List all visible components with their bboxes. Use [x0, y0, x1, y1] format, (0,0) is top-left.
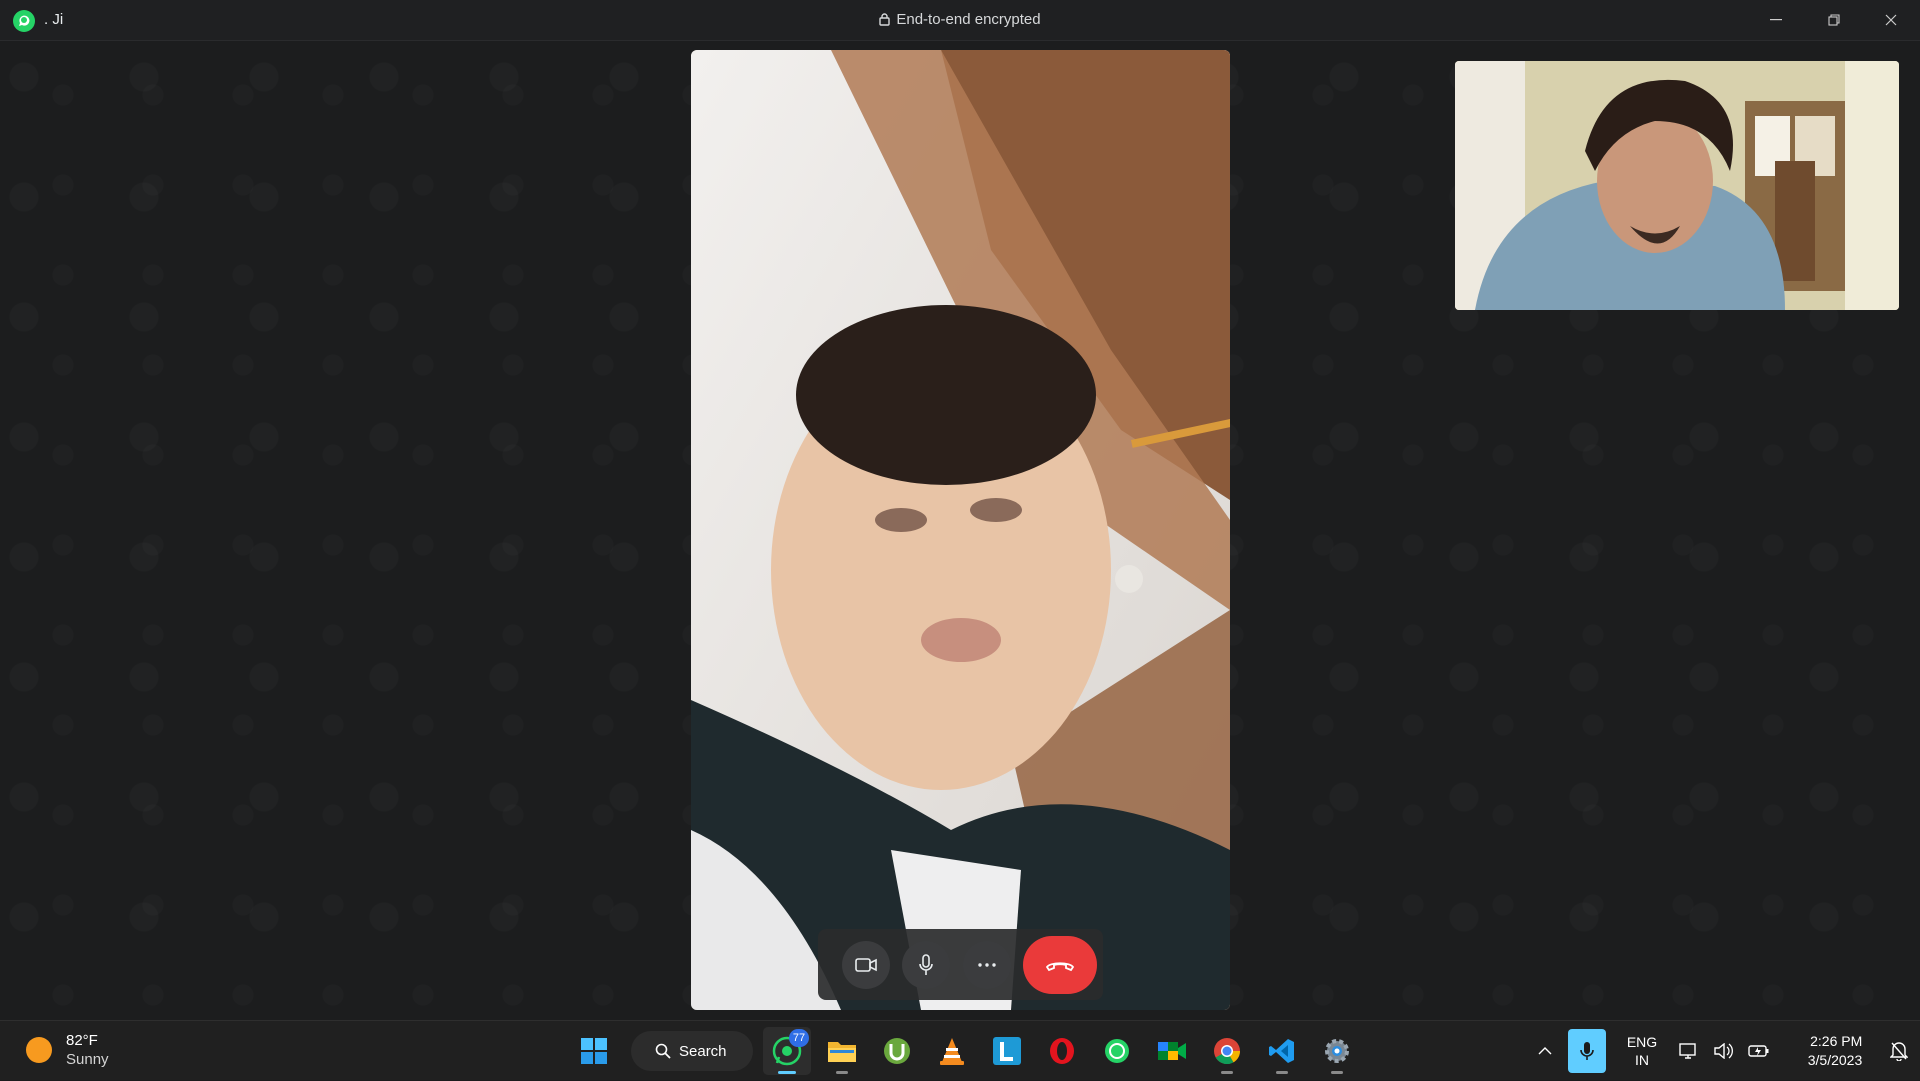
weather-widget[interactable]: 82°F Sunny [26, 1031, 109, 1069]
microphone-in-use-button[interactable] [1568, 1029, 1606, 1073]
whatsapp-icon [1105, 1039, 1129, 1063]
notification-badge: 77 [789, 1029, 809, 1047]
clock[interactable]: 2:26 PM 3/5/2023 [1798, 1032, 1872, 1070]
chrome-icon [1214, 1038, 1241, 1065]
microphone-icon [1580, 1042, 1594, 1060]
battery-charging-icon [1748, 1045, 1769, 1057]
language-region: IN [1635, 1052, 1649, 1068]
self-video-feed [1455, 61, 1899, 310]
taskbar-vlc[interactable] [928, 1027, 976, 1075]
folder-icon [828, 1042, 856, 1062]
encryption-text: End-to-end encrypted [896, 11, 1041, 28]
sun-icon [26, 1037, 52, 1063]
weather-temp: 82°F [66, 1032, 98, 1049]
minimize-button[interactable] [1753, 0, 1799, 40]
active-indicator [778, 1071, 796, 1074]
taskbar-file-explorer[interactable] [818, 1027, 866, 1075]
vlc-icon [940, 1038, 964, 1065]
close-button[interactable] [1868, 0, 1914, 40]
speaker-icon [1714, 1043, 1733, 1059]
self-video[interactable] [1455, 61, 1899, 310]
taskbar-utorrent[interactable] [873, 1027, 921, 1075]
utorrent-icon [884, 1038, 910, 1064]
call-stage [0, 41, 1920, 1020]
end-call-button[interactable] [1022, 935, 1097, 994]
opera-icon [1050, 1038, 1074, 1064]
running-indicator [836, 1071, 848, 1074]
remote-video-feed [691, 50, 1230, 1010]
l-app-icon [993, 1037, 1021, 1065]
restore-button[interactable] [1811, 0, 1857, 40]
start-button[interactable] [570, 1027, 618, 1075]
taskbar-apps: Search 77 [570, 1027, 1368, 1075]
show-hidden-icons-button[interactable] [1534, 1047, 1556, 1055]
taskbar: 82°F Sunny Search 77 ENG IN 2:26 PM 3/5/… [0, 1020, 1920, 1080]
meet-icon [1158, 1042, 1186, 1060]
video-camera-icon [855, 957, 877, 972]
taskbar-whatsapp[interactable]: 77 [763, 1027, 811, 1075]
taskbar-search[interactable]: Search [631, 1031, 753, 1071]
title-bar: . Ji End-to-end encrypted [0, 0, 1920, 41]
notification-bell-icon [1890, 1042, 1908, 1061]
volume-control[interactable] [1712, 1043, 1734, 1059]
clock-time: 2:26 PM [1810, 1033, 1863, 1049]
taskbar-l-app[interactable] [983, 1027, 1031, 1075]
remote-video [691, 50, 1230, 1010]
end-call-icon [1045, 961, 1075, 971]
settings-gear-icon [1325, 1039, 1349, 1063]
taskbar-opera[interactable] [1038, 1027, 1086, 1075]
encryption-notice: End-to-end encrypted [0, 11, 1920, 30]
taskbar-vscode[interactable] [1258, 1027, 1306, 1075]
vscode-icon [1269, 1039, 1294, 1063]
running-indicator [1331, 1071, 1343, 1074]
video-toggle-button[interactable] [842, 940, 890, 989]
running-indicator [1276, 1071, 1288, 1074]
weather-condition: Sunny [66, 1051, 109, 1068]
microphone-icon [919, 953, 934, 975]
system-tray: ENG IN 2:26 PM 3/5/2023 [1528, 1021, 1920, 1081]
network-status[interactable] [1678, 1042, 1700, 1060]
search-label: Search [679, 1042, 727, 1060]
taskbar-whatsapp-2[interactable] [1093, 1027, 1141, 1075]
windows-logo-icon [581, 1038, 607, 1064]
call-controls [818, 929, 1103, 1000]
language-code: ENG [1626, 1034, 1658, 1050]
search-icon [655, 1043, 671, 1059]
taskbar-settings[interactable] [1313, 1027, 1361, 1075]
taskbar-meet[interactable] [1148, 1027, 1196, 1075]
more-options-icon [977, 962, 996, 967]
notification-center-button[interactable] [1884, 1041, 1914, 1061]
taskbar-chrome[interactable] [1203, 1027, 1251, 1075]
chevron-up-icon [1538, 1047, 1552, 1055]
input-language-indicator[interactable]: ENG IN [1618, 1033, 1666, 1069]
more-options-button[interactable] [962, 940, 1011, 989]
network-icon [1679, 1043, 1696, 1059]
battery-status[interactable] [1746, 1044, 1772, 1058]
clock-date: 3/5/2023 [1807, 1052, 1863, 1068]
mute-button[interactable] [902, 940, 951, 989]
lock-icon [879, 13, 891, 30]
running-indicator [1221, 1071, 1233, 1074]
